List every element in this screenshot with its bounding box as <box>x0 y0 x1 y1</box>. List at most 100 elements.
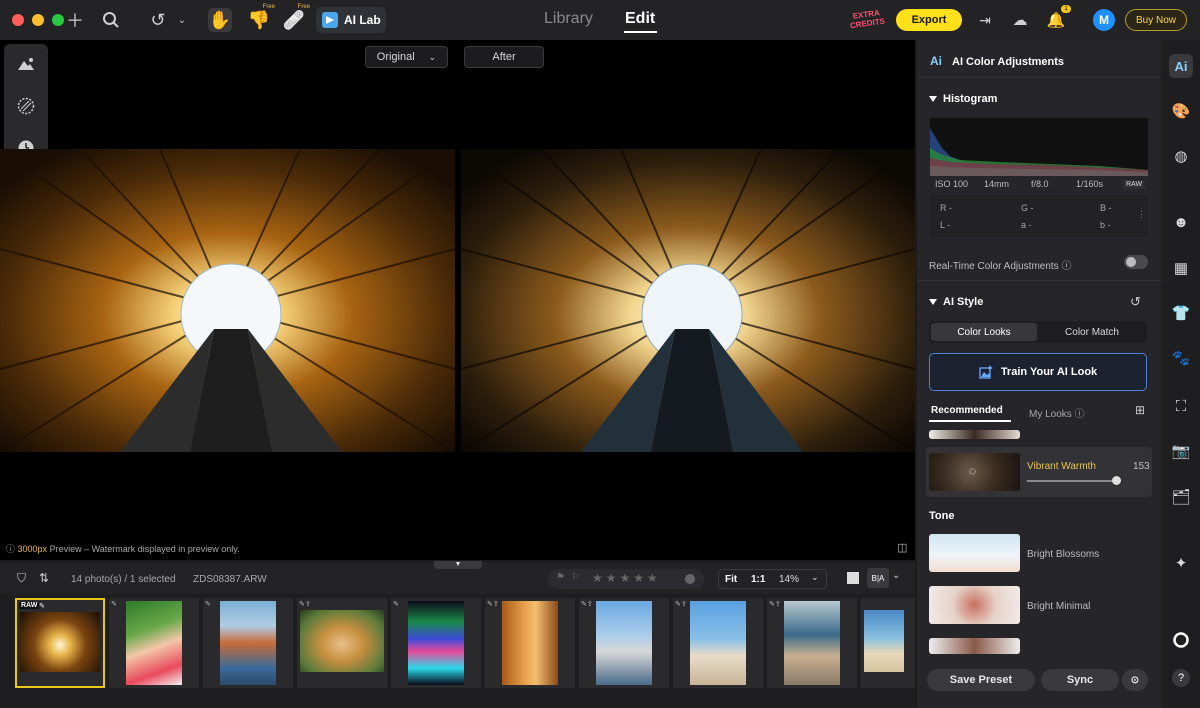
bandage-icon[interactable]: 🩹 Free <box>282 4 310 32</box>
thumbnail-2[interactable]: ✎ <box>109 598 199 688</box>
star-icon[interactable]: ✦ <box>1169 551 1193 575</box>
texture-icon[interactable]: ◍ <box>1169 144 1193 168</box>
free-tag: Free <box>297 4 310 10</box>
right-tool-rail: Ai 🎨 ◍ ☻ ▦ 👕 🐾 ⛶ 📷 🗂 ✦ ? <box>1161 40 1200 708</box>
help-circle-icon[interactable]: ⓘ <box>1075 409 1085 420</box>
look-thumbnail[interactable] <box>929 430 1020 439</box>
single-view-icon[interactable] <box>847 572 859 584</box>
flag-icon[interactable]: ⚑ <box>556 572 565 583</box>
sync-settings-icon[interactable]: ⊙ <box>1122 669 1148 691</box>
collapse-triangle-icon <box>929 96 937 103</box>
edited-icon: ✎⇪ <box>581 601 593 608</box>
minimize-window-button[interactable] <box>32 14 44 26</box>
chevron-down-icon[interactable]: ⌄ <box>892 570 900 581</box>
look-thumbnail[interactable] <box>929 638 1020 654</box>
zoom-controls: Fit 1:1 14% ⌄ <box>718 569 827 589</box>
train-ai-look-button[interactable]: Train Your AI Look <box>929 353 1147 391</box>
thumbnail-5[interactable]: ✎ <box>391 598 481 688</box>
tab-edit[interactable]: Edit <box>625 10 655 28</box>
collapse-filmstrip-handle[interactable]: ▼ <box>434 561 482 569</box>
thumbnail-4[interactable]: ✎⇪ <box>297 598 387 688</box>
zoom-fit-button[interactable]: Fit <box>725 574 737 585</box>
palette-icon[interactable]: 🎨 <box>1169 99 1193 123</box>
before-after-icon[interactable]: B|A <box>867 568 889 588</box>
help-icon[interactable]: ? <box>1169 666 1193 690</box>
grid-add-icon[interactable]: ⊞ <box>1135 403 1145 417</box>
raw-badge: RAW <box>1123 180 1146 189</box>
thumbnail-10[interactable] <box>861 598 915 688</box>
ai-style-section-header[interactable]: AI Style <box>929 296 983 308</box>
look-bright-minimal[interactable]: Bright Minimal <box>926 586 1152 626</box>
thumbnail-7[interactable]: ✎⇪ <box>579 598 669 688</box>
rating-bar: ⚑ ⚐ ★★★★★ <box>548 569 704 589</box>
look-intensity-slider-handle[interactable] <box>1112 476 1121 485</box>
help-circle-icon[interactable]: ⓘ <box>1061 261 1071 272</box>
dislike-icon[interactable]: 👎 Free <box>247 4 275 32</box>
after-button[interactable]: After <box>464 46 544 68</box>
grid-icon[interactable]: ▦ <box>1169 256 1193 280</box>
bell-icon[interactable]: 🔔 1 <box>1044 5 1071 32</box>
avatar[interactable]: M <box>1093 9 1115 31</box>
realtime-label-text: Real-Time Color Adjustments <box>929 261 1059 272</box>
buy-now-button[interactable]: Buy Now <box>1125 9 1187 31</box>
tab-my-looks[interactable]: My Looks ⓘ <box>1029 405 1085 420</box>
filter-icon[interactable]: ⛉ <box>17 571 26 586</box>
more-vertical-icon[interactable]: ⋮ <box>1137 209 1146 220</box>
tab-recommended[interactable]: Recommended <box>931 405 1003 416</box>
look-vibrant-warmth[interactable]: ◌ Vibrant Warmth 153 <box>926 447 1152 497</box>
realtime-toggle[interactable] <box>1124 255 1148 269</box>
circle-icon[interactable] <box>1169 628 1193 652</box>
r-readout: R - <box>940 203 952 213</box>
look-bright-blossoms[interactable]: Bright Blossoms <box>926 534 1152 574</box>
zoom-1to1-button[interactable]: 1:1 <box>751 574 765 585</box>
color-label-dot[interactable] <box>685 574 695 584</box>
histogram-graph <box>930 118 1148 176</box>
sync-button[interactable]: Sync <box>1041 669 1119 691</box>
save-preset-button[interactable]: Save Preset <box>927 669 1035 691</box>
color-looks-tab[interactable]: Color Looks <box>931 323 1037 341</box>
search-icon[interactable] <box>99 8 123 32</box>
panel-title: AI Color Adjustments <box>952 56 1065 68</box>
undo-dropdown-chevron-icon[interactable]: ⌄ <box>170 8 194 32</box>
hand-tool-icon[interactable]: ✋ <box>208 8 232 32</box>
star-rating[interactable]: ★★★★★ <box>592 571 661 585</box>
export-button[interactable]: Export <box>896 9 962 31</box>
add-icon[interactable]: ＋ <box>63 8 87 32</box>
landscape-icon[interactable] <box>14 52 38 76</box>
histogram-section-header[interactable]: Histogram <box>929 93 997 105</box>
tab-library[interactable]: Library <box>544 10 593 28</box>
cloud-icon[interactable]: ☁ <box>1008 8 1032 32</box>
thumbnail-6[interactable]: ✎⇪ <box>485 598 575 688</box>
shirt-icon[interactable]: 👕 <box>1169 301 1193 325</box>
undo-icon[interactable]: ↺ <box>146 8 170 32</box>
chevron-down-icon[interactable]: ⌄ <box>811 572 819 583</box>
ai-lab-button[interactable]: AI Lab <box>316 7 386 33</box>
camera-icon[interactable]: 📷 <box>1169 439 1193 463</box>
color-match-tab[interactable]: Color Match <box>1039 323 1145 341</box>
compare-original-label: Original <box>376 51 415 63</box>
reset-icon[interactable]: ↺ <box>1130 294 1141 310</box>
ai-lab-label: AI Lab <box>344 13 381 27</box>
texture-icon[interactable] <box>14 94 38 118</box>
paw-icon[interactable]: 🐾 <box>1169 346 1193 370</box>
portrait-icon[interactable]: ☻ <box>1169 210 1193 234</box>
zoom-percent[interactable]: 14% <box>779 574 799 585</box>
close-window-button[interactable] <box>12 14 24 26</box>
ai-icon[interactable]: Ai <box>1169 54 1193 78</box>
thumbnail-8[interactable]: ✎⇪ <box>673 598 763 688</box>
panel-header: Ai AI Color Adjustments <box>917 40 1161 78</box>
folder-eye-icon[interactable]: 🗂 <box>1169 485 1193 509</box>
filmstrip: RAW ✎ ✎ ✎ ✎⇪ ✎ ✎⇪ ✎⇪ ✎⇪ ✎⇪ <box>0 594 915 708</box>
split-view-icon[interactable]: ◫ <box>897 541 907 554</box>
reject-flag-icon[interactable]: ⚐ <box>571 572 580 583</box>
look-intensity-slider-track[interactable] <box>1027 480 1115 482</box>
thumbnail-9[interactable]: ✎⇪ <box>767 598 857 688</box>
edited-icon: ✎ <box>111 601 117 608</box>
crop-icon[interactable]: ⛶ <box>1169 394 1193 418</box>
thumbnail-1[interactable]: RAW ✎ <box>15 598 105 688</box>
collapse-triangle-icon <box>929 299 937 306</box>
sort-icon[interactable]: ⇅ <box>39 571 49 585</box>
share-icon[interactable]: ⇥ <box>973 8 997 32</box>
thumbnail-3[interactable]: ✎ <box>203 598 293 688</box>
compare-mode-dropdown[interactable]: Original ⌄ <box>365 46 448 68</box>
